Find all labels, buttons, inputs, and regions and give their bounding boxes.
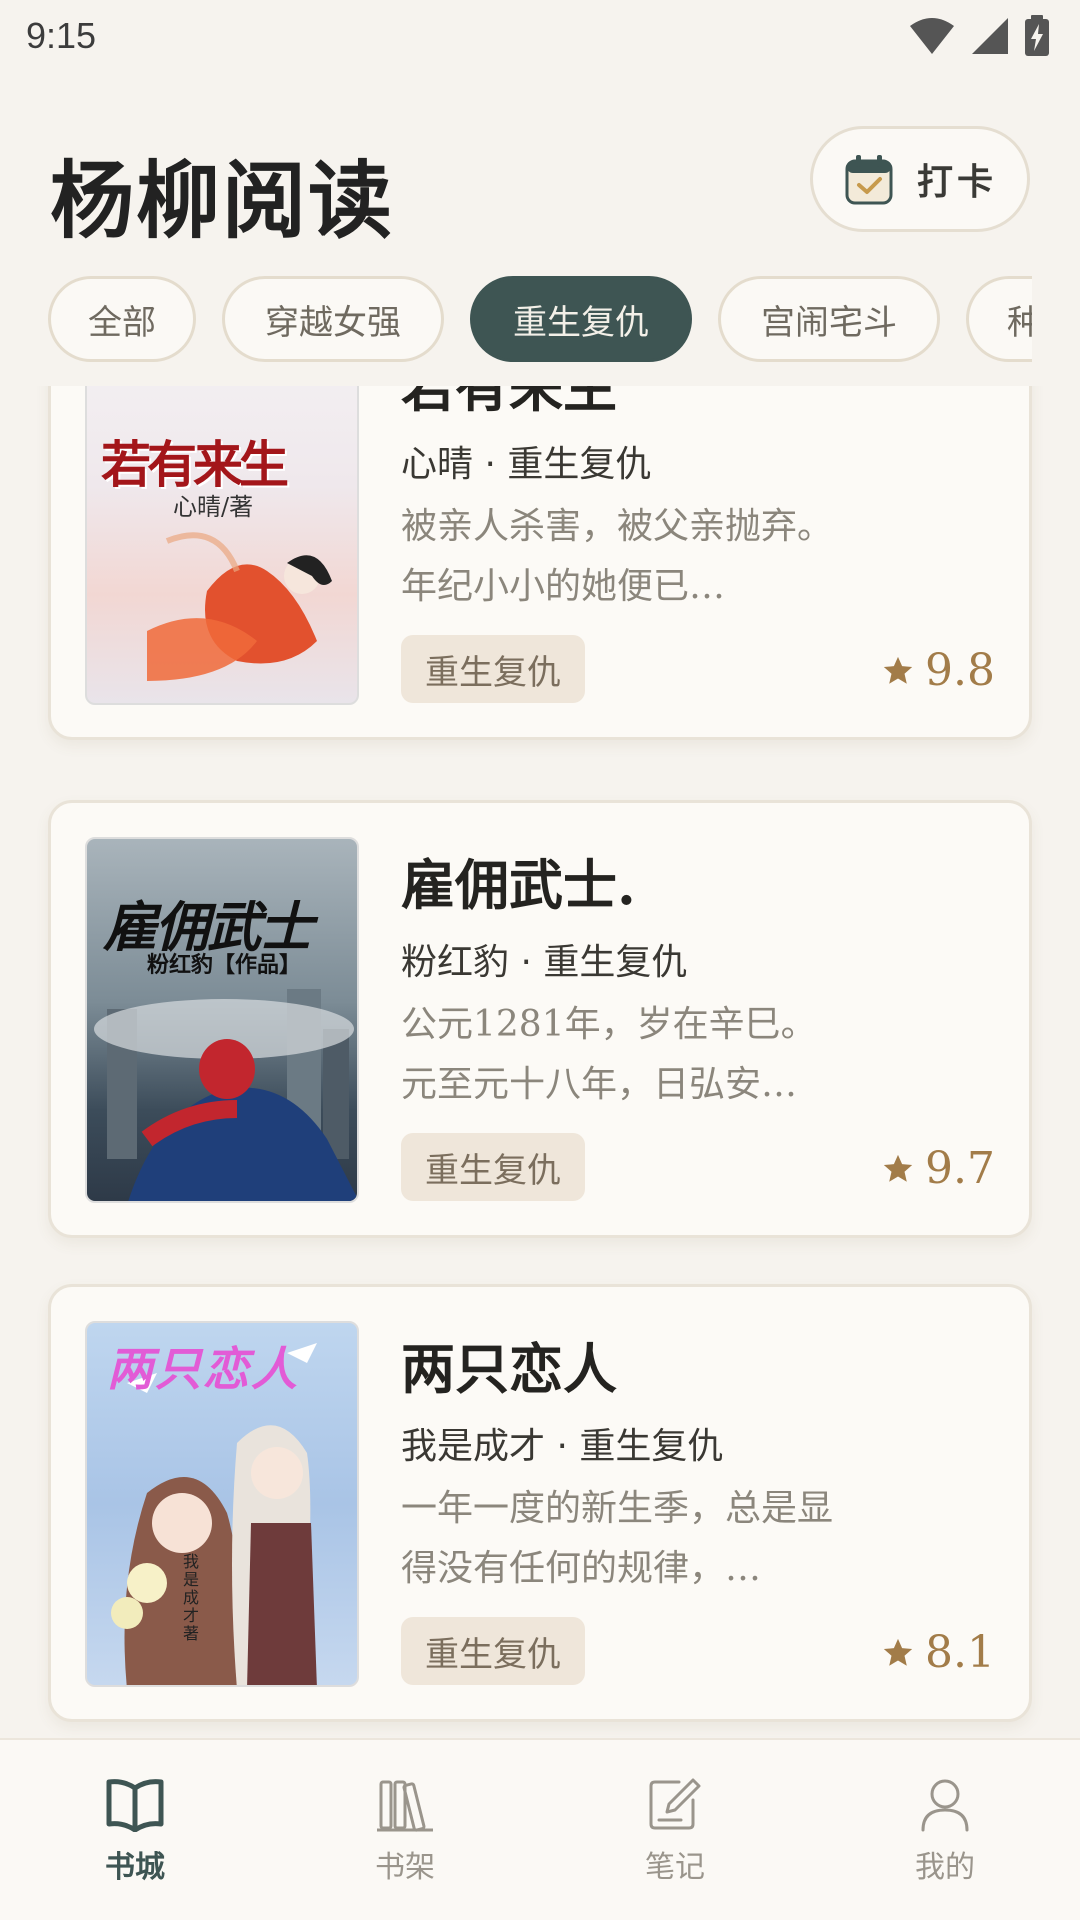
book-title: 雇佣武士. [401,853,636,917]
cover-author-text: 粉红豹【作品】 [147,953,302,978]
book-meta: 心晴 · 重生复仇 [401,444,652,485]
checkin-button[interactable]: 打卡 [810,126,1030,232]
book-meta: 粉红豹 · 重生复仇 [401,942,688,983]
calendar-check-icon [845,155,893,205]
nav-label: 书城 [105,1850,165,1885]
header: 杨柳阅读 打卡 全部 穿越女强 重生复仇 宫闹宅斗 种田 [0,72,1080,392]
category-chip-time-travel[interactable]: 穿越女强 [222,276,444,362]
battery-charging-icon [1025,15,1049,56]
cover-author-text: 心晴/著 [173,493,254,521]
book-description: 公元1281年，岁在辛巳。元至元十八年，日弘安… [401,1004,817,1105]
status-icons [908,15,1050,57]
rating-value: 8.1 [925,1627,995,1678]
note-edit-icon [649,1778,701,1830]
book-tag: 重生复仇 [401,1617,585,1685]
book-cover: 雇佣武士 粉红豹【作品】 [85,837,359,1203]
book-rating: 9.7 [881,1143,995,1194]
cell-signal-icon [972,18,1008,54]
nav-label: 笔记 [645,1850,705,1885]
nav-item-bookstore[interactable]: 书城 [35,1776,235,1886]
user-icon [921,1779,969,1832]
rating-value: 9.7 [925,1143,995,1194]
category-tabs: 全部 穿越女强 重生复仇 宫闹宅斗 种田 [48,276,1032,366]
book-title: 两只恋人 [401,1337,617,1401]
book-cover: 若有来生 心晴/著 [85,386,359,705]
nav-label: 我的 [915,1850,975,1885]
category-chip-all[interactable]: 全部 [48,276,196,362]
book-tag: 重生复仇 [401,635,585,703]
bottom-nav: 书城 书架 笔记 我的 [0,1738,1080,1920]
category-chip-palace-intrigue[interactable]: 宫闹宅斗 [718,276,940,362]
nav-item-notes[interactable]: 笔记 [575,1776,775,1886]
book-card[interactable]: 雇佣武士 粉红豹【作品】 雇佣武士. 粉红豹 · 重生复仇 公元1281年，岁在… [48,800,1032,1238]
wifi-icon [910,18,954,54]
star-icon [883,1638,913,1666]
book-card[interactable]: 若有来生 心晴/著 若有来生 心晴 · 重生复仇 被亲人杀害，被父亲抛弃。年纪小… [48,386,1032,740]
book-card[interactable]: 两只恋人 我是成才著 两只恋人 我是成才 · 重生复仇 一年一度的新生季，总是显… [48,1284,1032,1722]
book-cover: 两只恋人 我是成才著 [85,1321,359,1687]
book-description: 被亲人杀害，被父亲抛弃。年纪小小的她便已… [401,506,834,607]
book-tag: 重生复仇 [401,1133,585,1201]
checkin-label: 打卡 [916,162,997,203]
book-title: 若有来生 [401,386,617,419]
nav-label: 书架 [375,1850,435,1885]
book-rating: 9.8 [881,645,995,696]
book-list: 若有来生 心晴/著 若有来生 心晴 · 重生复仇 被亲人杀害，被父亲抛弃。年纪小… [0,386,1080,1738]
cover-title-text: 两只恋人 [107,1342,299,1396]
rating-value: 9.8 [925,645,995,696]
category-chip-farming[interactable]: 种田 [966,276,1032,362]
nav-item-bookshelf[interactable]: 书架 [305,1776,505,1886]
status-time: 9:15 [26,15,97,56]
bookshelf-icon [377,1780,433,1832]
star-icon [883,1154,913,1182]
app-title: 杨柳阅读 [50,151,395,250]
nav-item-profile[interactable]: 我的 [845,1776,1045,1886]
book-description: 一年一度的新生季，总是显得没有任何的规律，… [401,1488,834,1589]
status-bar: 9:15 [0,0,1080,72]
category-chip-rebirth-revenge[interactable]: 重生复仇 [470,276,692,362]
cover-author-text: 我是成才著 [183,1552,200,1643]
book-rating: 8.1 [881,1627,995,1678]
open-book-icon [106,1779,164,1832]
star-icon [883,656,913,684]
book-meta: 我是成才 · 重生复仇 [401,1426,724,1467]
